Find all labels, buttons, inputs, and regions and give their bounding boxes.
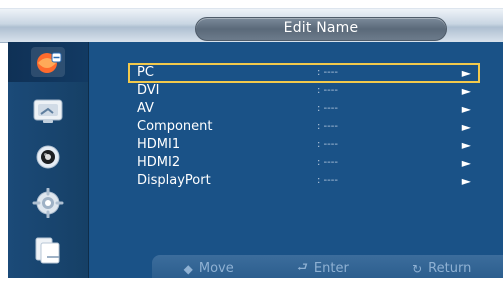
list-item-av[interactable]: AV : ---- ►	[129, 100, 479, 118]
list-item-dvi[interactable]: DVI : ---- ►	[129, 82, 479, 100]
list-item-value: : ----	[317, 67, 338, 78]
list-item-value: : ----	[317, 103, 338, 114]
chevron-right-icon: ►	[461, 138, 471, 152]
hint-bar: ◆ Move ⮐ Enter ↻ Return	[152, 255, 503, 278]
title-bar: Edit Name	[0, 8, 503, 43]
setup-icon	[32, 188, 64, 218]
list-item-hdmi2[interactable]: HDMI2 : ---- ►	[129, 154, 479, 172]
list-item-value: : ----	[317, 175, 338, 186]
hint-move-label: Move	[198, 261, 234, 276]
sidebar-item-display[interactable]	[8, 91, 88, 131]
hint-list: ◆ Move ⮐ Enter ↻ Return	[152, 258, 503, 279]
list-item-label: DVI	[137, 83, 160, 98]
list-item-label: HDMI2	[137, 155, 181, 170]
list-item-value: : ----	[317, 85, 338, 96]
chevron-right-icon: ►	[461, 102, 471, 116]
list-item-label: PC	[137, 65, 154, 80]
sound-icon	[36, 145, 60, 169]
chevron-right-icon: ►	[461, 156, 471, 170]
sidebar	[8, 42, 89, 278]
hint-return: ↻ Return	[412, 258, 471, 279]
list-item-hdmi1[interactable]: HDMI1 : ---- ►	[129, 136, 479, 154]
display-icon	[33, 99, 63, 123]
sidebar-item-multi-window[interactable]	[8, 230, 88, 270]
enter-icon: ⮐	[297, 260, 308, 274]
chevron-right-icon: ►	[461, 66, 471, 80]
title-pill: Edit Name	[195, 17, 447, 41]
multi-window-icon	[35, 237, 60, 264]
list-item-component[interactable]: Component : ---- ►	[129, 118, 479, 136]
picture-settings-icon	[31, 47, 65, 77]
list-item-label: DisplayPort	[137, 173, 211, 188]
chevron-right-icon: ►	[461, 174, 471, 188]
sidebar-item-sound[interactable]	[8, 137, 88, 177]
list-item-label: AV	[137, 101, 154, 116]
list-item-value: : ----	[317, 121, 338, 132]
list-item-label: Component	[137, 119, 213, 134]
hint-enter-label: Enter	[313, 261, 349, 276]
source-name-list: PC : ---- ► DVI : ---- ► AV : ---- ► Com…	[128, 63, 480, 190]
list-item-displayport[interactable]: DisplayPort : ---- ►	[129, 172, 479, 190]
list-item-label: HDMI1	[137, 137, 181, 152]
hint-return-label: Return	[428, 261, 472, 276]
return-icon: ↻	[412, 261, 423, 276]
sidebar-item-picture[interactable]	[8, 42, 88, 82]
list-item-value: : ----	[317, 139, 338, 150]
chevron-right-icon: ►	[461, 120, 471, 134]
page-title: Edit Name	[283, 20, 359, 36]
hint-move: ◆ Move	[184, 258, 234, 279]
sidebar-item-setup[interactable]	[8, 183, 88, 223]
hint-enter: ⮐ Enter	[297, 258, 349, 279]
move-icon: ◆	[183, 261, 193, 276]
list-item-pc[interactable]: PC : ---- ►	[128, 63, 480, 83]
osd-screen: Edit Name PC: ---- ► DVI: ---- ► AV: …	[0, 0, 503, 294]
main-panel: PC : ---- ► DVI : ---- ► AV : ---- ► Com…	[89, 42, 503, 278]
chevron-right-icon: ►	[461, 84, 471, 98]
list-item-value: : ----	[317, 157, 338, 168]
